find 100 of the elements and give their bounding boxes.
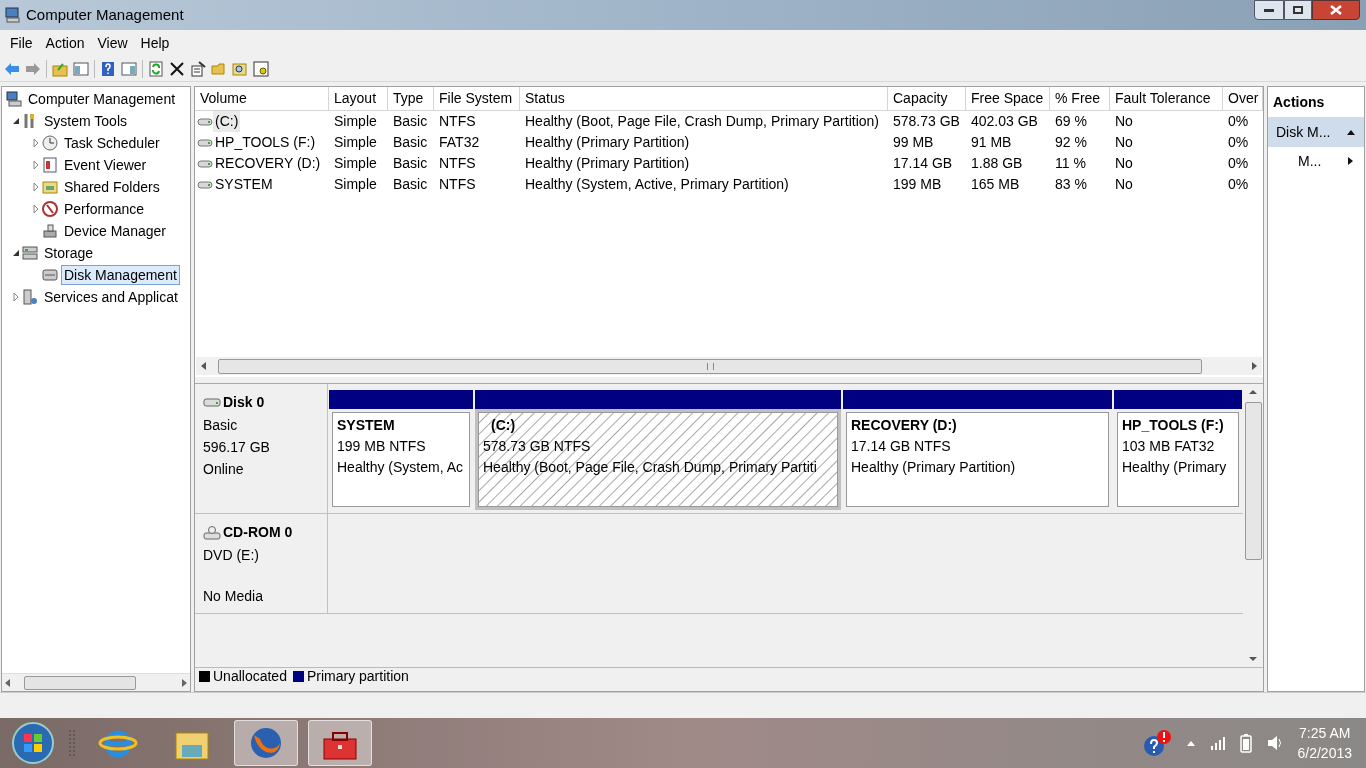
clock-icon (42, 135, 58, 151)
drive-icon (197, 157, 213, 170)
start-button[interactable] (12, 722, 54, 764)
table-cell-text: 165 MB (971, 175, 1020, 194)
tree-item[interactable]: Disk Management (61, 265, 180, 285)
windows-logo-icon (23, 733, 43, 753)
tree-item[interactable]: Task Scheduler (61, 133, 163, 153)
column-header[interactable]: Type (388, 87, 434, 111)
scrollbar-thumb[interactable] (218, 358, 1202, 374)
menu-item[interactable]: Action (39, 32, 91, 54)
table-cell-text: 99 MB (893, 133, 934, 152)
panel-icon[interactable] (73, 60, 89, 77)
battery-icon[interactable] (1239, 733, 1252, 753)
table-cell-text: 0% (1228, 175, 1249, 194)
menu-item[interactable]: File (4, 32, 39, 54)
table-cell-text: No (1115, 133, 1133, 152)
table-cell-text: Healthy (Primary Partition) (525, 133, 690, 152)
table-cell-text: Simple (334, 133, 377, 152)
table-cell-text: Healthy (Boot, Page File, Crash Dump, Primary Partition) (525, 112, 879, 131)
table-cell-text: Simple (334, 112, 377, 131)
drive-label[interactable]: (C:) (213, 111, 241, 132)
tree-item[interactable]: Shared Folders (61, 177, 163, 197)
delete-icon[interactable] (169, 60, 185, 77)
partition-status: Healthy (System, Ac (337, 458, 465, 477)
open-folder-icon[interactable] (211, 60, 227, 77)
scrollbar-thumb[interactable] (24, 675, 136, 690)
computer-icon (6, 91, 22, 107)
table-cell-text: No (1115, 175, 1133, 194)
minimize-button[interactable] (1254, 0, 1284, 20)
forward-icon[interactable] (25, 60, 41, 77)
scroll-up-icon[interactable] (1248, 388, 1258, 396)
clock[interactable]: 7:25 AM 6/2/2013 (1297, 723, 1352, 763)
column-header[interactable]: Volume (195, 87, 329, 111)
scrollbar-thumb[interactable] (1244, 402, 1262, 560)
column-header[interactable]: Capacity (888, 87, 966, 111)
tree-item[interactable]: Device Manager (61, 221, 169, 241)
tree-item[interactable]: Computer Management (25, 89, 179, 109)
properties-icon[interactable] (190, 60, 206, 77)
partition-label: SYSTEM (337, 416, 396, 435)
table-cell-text: 91 MB (971, 133, 1012, 152)
partition-block[interactable]: (C:) 578.73 GB NTFS Healthy (Boot, Page File, Crash Dump, Primary Partiti (475, 390, 841, 510)
actions-item[interactable]: M... (1268, 147, 1364, 175)
tree-item[interactable]: Storage (41, 243, 97, 263)
collapsed-arrow-icon[interactable] (32, 139, 40, 147)
column-header[interactable]: Fault Tolerance (1110, 87, 1223, 111)
show-hidden-icon[interactable] (1185, 739, 1196, 747)
close-button[interactable] (1312, 0, 1360, 20)
help-icon[interactable] (100, 60, 116, 77)
drive-icon (197, 115, 213, 128)
tree-item[interactable]: Services and Applicat (41, 287, 181, 307)
disk-name: Disk 0 (223, 393, 265, 412)
tree-item[interactable]: Event Viewer (61, 155, 150, 175)
drive-label[interactable]: RECOVERY (D:) (213, 153, 323, 174)
server-icon (22, 289, 38, 305)
collapsed-arrow-icon[interactable] (32, 205, 40, 213)
horizontal-scrollbar[interactable] (196, 357, 1262, 375)
column-header[interactable]: Free Space (966, 87, 1050, 111)
column-header[interactable]: Over (1223, 87, 1263, 111)
collapsed-arrow-icon[interactable] (32, 161, 40, 169)
tree-item[interactable]: Performance (61, 199, 148, 219)
legend-label: Primary partition (306, 667, 409, 686)
magnifier-icon[interactable] (232, 60, 248, 77)
alert-icon[interactable] (1141, 728, 1172, 758)
disk-status: No Media (203, 587, 264, 606)
tree-item[interactable]: System Tools (41, 111, 130, 131)
partition-label: (C:) (490, 416, 517, 435)
menu-item[interactable]: Help (134, 32, 176, 54)
disk-size: 596.17 GB (203, 438, 271, 457)
table-cell-text: No (1115, 112, 1133, 131)
collapsed-arrow-icon[interactable] (32, 183, 40, 191)
actions-section[interactable]: Disk M... (1268, 117, 1364, 147)
table-cell-text: Healthy (System, Active, Primary Partition) (525, 175, 789, 194)
expanded-arrow-icon[interactable] (12, 117, 20, 125)
signal-icon[interactable] (1209, 736, 1226, 750)
horizontal-scrollbar[interactable] (2, 673, 190, 691)
partition-label: RECOVERY (D:) (851, 416, 958, 435)
menu-item[interactable]: View (91, 32, 134, 54)
table-cell-text: Basic (393, 133, 428, 152)
collapsed-arrow-icon[interactable] (12, 293, 20, 301)
column-header[interactable]: Layout (329, 87, 388, 111)
column-header[interactable]: Status (520, 87, 888, 111)
maximize-button[interactable] (1284, 0, 1312, 20)
settings-icon[interactable] (253, 60, 269, 77)
speaker-icon[interactable] (1265, 734, 1284, 752)
table-cell-text: 83 % (1055, 175, 1087, 194)
drive-label[interactable]: HP_TOOLS (F:) (213, 132, 318, 153)
toolbox-taskbar-button[interactable] (308, 720, 372, 766)
scroll-down-icon[interactable] (1248, 655, 1258, 663)
disk-drive-icon (203, 395, 221, 410)
pane-icon[interactable] (121, 60, 137, 77)
table-cell-text: 17.14 GB (893, 154, 953, 173)
table-cell-text: 11 % (1055, 154, 1086, 173)
refresh-icon[interactable] (148, 60, 164, 77)
drive-label[interactable]: SYSTEM (213, 174, 275, 195)
table-cell-text: 0% (1228, 133, 1249, 152)
legend-label: Unallocated (213, 667, 287, 686)
expanded-arrow-icon[interactable] (12, 249, 20, 257)
disk-drive-icon (42, 267, 58, 283)
column-header[interactable]: % Free (1050, 87, 1110, 111)
column-header[interactable]: File System (434, 87, 520, 111)
